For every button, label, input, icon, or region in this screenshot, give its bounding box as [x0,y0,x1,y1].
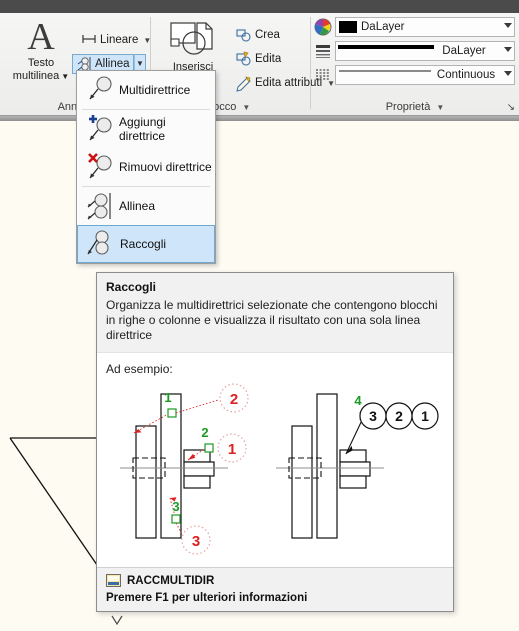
menu-item-label: Raccogli [120,237,167,251]
attribute-edit-icon [235,74,253,92]
edit-block-button[interactable]: Edita [233,49,307,69]
object-color-icon [313,17,333,37]
chevron-down-icon: ▼ [136,59,144,68]
lineweight-icon [313,41,333,61]
tooltip-header: Raccogli Organizza le multidirettrici se… [97,273,453,352]
create-block-button[interactable]: Crea [233,25,307,45]
chevron-down-icon[interactable] [504,47,512,52]
tooltip-illustration: 2 1 1 2 3 3 4 3 2 1 [120,383,439,555]
menu-item-label: Multidirettrice [119,83,191,97]
tooltip-expand-chevron-icon[interactable] [108,614,128,626]
balloon-label: 1 [228,441,236,458]
balloon-label: 3 [192,533,200,550]
balloon-label: 2 [395,408,403,424]
mtext-A-icon: A [27,16,55,58]
tooltip-example-label: Ad esempio: [106,362,173,376]
mtext-label-line2: multilinea [12,70,60,82]
command-icon [106,574,121,587]
color-swatch [339,21,357,33]
leader-icon [83,74,115,106]
linetype-dropdown[interactable]: Continuous [335,65,515,85]
block-create-icon [235,26,253,44]
window-title-bar [0,0,519,13]
mtext-label-line1: Testo [27,57,55,69]
tooltip-command: RACCMULTIDIR [106,574,444,587]
linetype-value: Continuous [436,69,496,81]
menu-item-align[interactable]: Allinea [77,187,215,225]
menu-item-add-leader[interactable]: Aggiungi direttrice [77,110,215,148]
chevron-down-icon[interactable] [504,71,512,76]
tooltip-description: Organizza le multidirettrici selezionate… [106,298,438,342]
menu-item-label: Aggiungi direttrice [119,115,166,143]
linear-dimension-label: Lineare [100,34,139,46]
lineweight-preview [338,45,434,49]
chevron-down-icon[interactable]: ▼ [242,103,250,112]
balloon-label: 3 [369,408,377,424]
leader-remove-icon [83,151,115,183]
order-label: 2 [201,425,208,440]
leader-collect-icon [84,228,116,260]
tooltip-command-name: RACCMULTIDIR [127,574,215,587]
menu-item-label: Rimuovi direttrice [119,160,212,174]
edit-attributes-button[interactable]: Edita attributi ▼ [233,73,335,93]
align-leader-label: Allinea [95,58,130,70]
properties-dialog-launcher[interactable]: ↘ [507,102,515,113]
tooltip-body: Ad esempio: 2 1 1 2 3 3 4 3 2 1 [97,352,453,567]
chevron-down-icon[interactable]: ▼ [436,103,444,112]
create-block-label: Crea [255,29,280,41]
panel-label-text: Proprietà [385,101,431,113]
object-color-dropdown[interactable]: DaLayer [335,17,515,37]
panel-label-properties: Proprietà ▼ [311,101,519,113]
chevron-down-icon[interactable]: ▼ [61,72,69,81]
tooltip-help-hint: Premere F1 per ulteriori informazioni [106,592,308,604]
linear-dimension-button[interactable]: Lineare ▼ [78,30,152,50]
linear-dimension-icon [80,31,98,49]
lineweight-value: DaLayer [442,45,486,57]
object-color-value: DaLayer [361,21,405,33]
tooltip-title: Raccogli [106,280,157,294]
menu-item-multileader[interactable]: Multidirettrice [77,71,215,109]
leader-tools-menu: Multidirettrice Aggiungi direttrice Rimu… [76,70,216,264]
ribbon-panel-properties: DaLayer DaLayer Continuous Proprietà ▼ ↘ [311,13,519,115]
menu-item-collect[interactable]: Raccogli [77,225,215,263]
leader-add-icon [83,113,115,145]
tooltip-raccogli: Raccogli Organizza le multidirettrici se… [96,272,454,612]
order-label: 4 [354,393,362,408]
multiline-text-button[interactable]: A Testo multilinea ▼ [10,17,72,91]
insert-block-icon [157,19,229,61]
balloon-label: 2 [230,391,238,408]
edit-block-label: Edita [255,53,282,65]
tooltip-footer: RACCMULTIDIR Premere F1 per ulteriori in… [97,567,453,611]
linetype-preview [339,70,431,72]
chevron-down-icon[interactable] [504,23,512,28]
menu-item-remove-leader[interactable]: Rimuovi direttrice [77,148,215,186]
order-label: 1 [164,390,171,405]
leader-align-icon [83,190,115,222]
lineweight-dropdown[interactable]: DaLayer [335,41,515,61]
block-edit-icon [235,50,253,68]
order-label: 3 [172,499,179,514]
linetype-icon [313,65,333,85]
menu-item-label: Allinea [119,199,156,213]
balloon-label: 1 [421,408,429,424]
